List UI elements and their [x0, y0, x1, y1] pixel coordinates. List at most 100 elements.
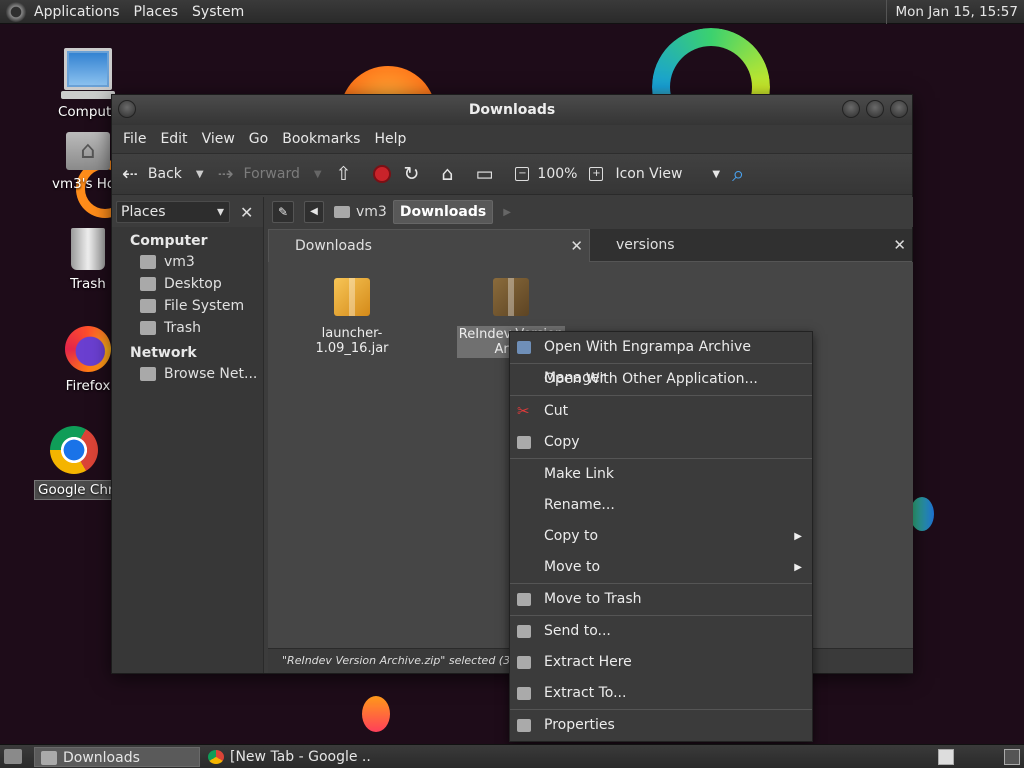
- sidebar-item-vm3[interactable]: vm3: [112, 251, 263, 273]
- search-icon: ⌕: [732, 161, 745, 187]
- close-tab-icon[interactable]: ✕: [570, 230, 583, 262]
- menu-item-label: Copy to: [544, 528, 599, 544]
- computer-icon: ▭: [475, 163, 494, 185]
- back-button[interactable]: ⇠ Back: [122, 163, 182, 185]
- computer-icon: [61, 48, 115, 99]
- menu-item-rename[interactable]: Rename...: [510, 490, 812, 521]
- reload-button[interactable]: ↻: [403, 163, 429, 185]
- crumb-left-arrow[interactable]: ◀: [304, 201, 324, 223]
- workspace-2[interactable]: [1004, 749, 1020, 765]
- search-button[interactable]: ⌕: [732, 162, 744, 187]
- close-tab-icon[interactable]: ✕: [893, 229, 906, 261]
- menu-edit[interactable]: Edit: [153, 131, 194, 147]
- up-button[interactable]: ⇧: [336, 163, 362, 185]
- desktop-icon-label: Google Chrome: [34, 480, 114, 500]
- firefox-icon: [65, 326, 111, 372]
- home-button[interactable]: ⌂: [441, 163, 463, 185]
- sidebar-item-label: File System: [164, 298, 245, 314]
- forward-button[interactable]: ⇢ Forward: [218, 163, 300, 185]
- file-item[interactable]: launcher-1.09_16.jar: [287, 278, 417, 356]
- zoom-in-button[interactable]: +: [589, 167, 604, 181]
- menu-item-extract-here[interactable]: Extract Here: [510, 647, 812, 678]
- tab-downloads[interactable]: Downloads ✕: [268, 229, 590, 262]
- desktop-icon-chrome[interactable]: Google Chrome: [34, 426, 114, 500]
- sidebar-item-desktop[interactable]: Desktop: [112, 273, 263, 295]
- menu-item-copy[interactable]: Copy: [510, 427, 812, 458]
- desktop-folder-icon: [140, 277, 156, 291]
- menu-item-properties[interactable]: Properties: [510, 710, 812, 741]
- menu-item-send-to[interactable]: Send to...: [510, 616, 812, 647]
- bottom-panel: Downloads [New Tab - Google ...: [0, 744, 1024, 768]
- crumb-right-arrow[interactable]: ▶: [503, 207, 511, 218]
- menu-item-move-to-trash[interactable]: Move to Trash: [510, 584, 812, 615]
- trash-icon: [517, 593, 531, 606]
- menu-item-extract-to[interactable]: Extract To...: [510, 678, 812, 709]
- clock[interactable]: Mon Jan 15, 15:57: [886, 0, 1024, 24]
- zoom-level[interactable]: 100%: [537, 166, 577, 182]
- forward-history-dropdown[interactable]: ▼: [314, 169, 322, 180]
- menu-bookmarks[interactable]: Bookmarks: [275, 131, 367, 147]
- sidebar-item-browse-network[interactable]: Browse Net...: [112, 363, 263, 385]
- close-sidepane-icon[interactable]: ✕: [240, 203, 253, 222]
- applications-menu[interactable]: Applications: [34, 4, 120, 20]
- menu-item-label: Move to Trash: [544, 591, 642, 607]
- stop-button[interactable]: [373, 165, 392, 183]
- menu-item-label: Properties: [544, 717, 615, 733]
- home-folder-icon: [66, 132, 110, 170]
- edit-location-icon[interactable]: ✎: [272, 201, 294, 223]
- submenu-arrow-icon: ▶: [794, 531, 802, 542]
- view-mode-select[interactable]: Icon View ▼: [615, 166, 720, 182]
- breadcrumb-label: vm3: [356, 204, 387, 220]
- forward-label: Forward: [243, 166, 300, 182]
- breadcrumb-vm3[interactable]: vm3: [328, 200, 393, 224]
- minimize-button[interactable]: [842, 100, 860, 118]
- taskbar-item-downloads[interactable]: Downloads: [34, 747, 200, 767]
- show-desktop-icon[interactable]: [4, 749, 22, 764]
- menu-item-label: Move to: [544, 559, 601, 575]
- tab-label: Downloads: [295, 238, 372, 254]
- window-menu-button[interactable]: [118, 100, 136, 118]
- mate-logo-icon[interactable]: [6, 1, 26, 22]
- menu-file[interactable]: File: [116, 131, 153, 147]
- extract-icon: [517, 656, 531, 669]
- back-history-dropdown[interactable]: ▼: [196, 169, 204, 180]
- workspace-1[interactable]: [938, 749, 954, 765]
- breadcrumb-downloads[interactable]: Downloads: [392, 200, 494, 224]
- menu-item-open-with-other[interactable]: Open With Other Application...: [510, 364, 812, 395]
- file-name: launcher-1.09_16.jar: [315, 326, 389, 356]
- computer-button[interactable]: ▭: [475, 163, 503, 185]
- menu-item-copy-to[interactable]: Copy to ▶: [510, 521, 812, 552]
- system-menu[interactable]: System: [192, 4, 244, 20]
- sidepane-selector[interactable]: Places: [116, 201, 230, 223]
- home-icon: ⌂: [441, 163, 454, 185]
- tab-versions[interactable]: versions ✕: [590, 229, 912, 262]
- menu-item-cut[interactable]: ✂ Cut: [510, 396, 812, 427]
- places-menu[interactable]: Places: [134, 4, 179, 20]
- window-titlebar[interactable]: Downloads: [112, 95, 912, 125]
- menu-item-move-to[interactable]: Move to ▶: [510, 552, 812, 583]
- sidepane-heading-computer: Computer: [130, 233, 208, 249]
- menu-item-label: Open With Other Application...: [544, 371, 758, 387]
- up-arrow-icon: ⇧: [335, 163, 352, 185]
- tab-bar: Downloads ✕ versions ✕: [268, 229, 913, 262]
- send-icon: [517, 625, 531, 638]
- back-arrow-icon: ⇠: [122, 163, 138, 185]
- menu-item-open-with-engrampa[interactable]: Open With Engrampa Archive Manager: [510, 332, 812, 386]
- sidebar-item-trash[interactable]: Trash: [112, 317, 263, 339]
- zoom-out-button[interactable]: −: [515, 167, 530, 181]
- wallpaper-blob: [910, 497, 934, 531]
- menu-item-make-link[interactable]: Make Link: [510, 459, 812, 490]
- menu-go[interactable]: Go: [242, 131, 275, 147]
- menu-help[interactable]: Help: [367, 131, 413, 147]
- maximize-button[interactable]: [866, 100, 884, 118]
- extract-to-icon: [517, 687, 531, 700]
- menu-view[interactable]: View: [195, 131, 242, 147]
- menu-item-label: Copy: [544, 434, 580, 450]
- close-button[interactable]: [890, 100, 908, 118]
- sidebar-item-filesystem[interactable]: File System: [112, 295, 263, 317]
- taskbar-item-chrome[interactable]: [New Tab - Google ...: [202, 747, 372, 767]
- view-mode-label: Icon View: [615, 166, 683, 182]
- tab-label: versions: [616, 237, 675, 253]
- folder-icon: [41, 751, 57, 765]
- zoom-out-icon: −: [515, 167, 530, 181]
